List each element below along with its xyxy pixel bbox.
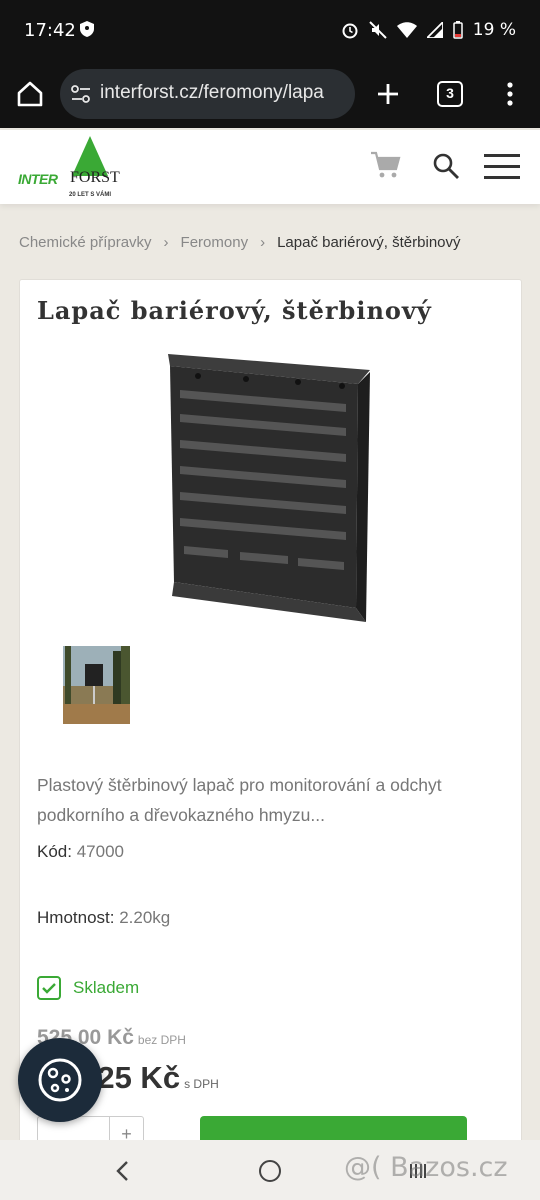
shield-icon (80, 21, 94, 37)
chevron-right-icon: › (260, 234, 266, 251)
alarm-icon (342, 23, 358, 39)
code-value: 47000 (76, 842, 124, 861)
breadcrumb-item-current: Lapač bariérový, štěrbinový (277, 234, 461, 251)
url-bar[interactable]: interforst.cz/feromony/lapa (60, 69, 355, 119)
product-image[interactable] (158, 350, 378, 626)
status-time: 17:42 (24, 20, 76, 41)
product-weight: Hmotnost: 2.20kg (37, 908, 170, 928)
search-icon[interactable] (432, 152, 460, 180)
watermark: @( Bazos.cz (344, 1152, 508, 1183)
cookie-icon (38, 1058, 82, 1102)
price-gross-label: s DPH (184, 1077, 219, 1091)
stock-status: Skladem (37, 976, 139, 1000)
back-icon[interactable] (113, 1160, 133, 1182)
check-icon (37, 976, 61, 1000)
product-card: Lapač bariérový, štěrbinový Plastový ště… (19, 279, 522, 1179)
hamburger-menu-icon[interactable] (484, 154, 520, 180)
logo-forst: FORST (70, 169, 120, 186)
status-bar: 17:42 19 % (0, 0, 540, 62)
new-tab-icon[interactable] (374, 80, 402, 108)
battery-icon (453, 21, 463, 39)
site-logo[interactable]: INTER FORST 20 LET S VÁMI (18, 136, 122, 202)
home-icon[interactable] (16, 80, 44, 108)
product-thumbnail[interactable] (63, 646, 130, 724)
home-nav-icon[interactable] (259, 1160, 281, 1182)
site-header: INTER FORST 20 LET S VÁMI (0, 130, 540, 204)
tab-switcher-button[interactable]: 3 (437, 81, 463, 107)
status-icons: 19 % (341, 20, 516, 40)
more-menu-icon[interactable] (500, 80, 520, 108)
browser-toolbar: interforst.cz/feromony/lapa 3 (0, 62, 540, 128)
wifi-icon (396, 22, 417, 38)
page-title: Lapač bariérový, štěrbinový (37, 296, 432, 325)
breadcrumb-item-chemicke[interactable]: Chemické přípravky (19, 234, 152, 251)
mute-icon (369, 21, 387, 39)
cart-icon[interactable] (370, 150, 402, 180)
logo-tagline: 20 LET S VÁMI (69, 192, 112, 198)
price-net-label: bez DPH (137, 1033, 186, 1047)
chevron-right-icon: › (163, 234, 169, 251)
cookie-settings-button[interactable] (18, 1038, 102, 1122)
product-code: Kód: 47000 (37, 842, 124, 862)
logo-inter: INTER (18, 171, 58, 187)
weight-label: Hmotnost: (37, 908, 115, 927)
site-settings-icon[interactable] (70, 84, 92, 104)
stock-label: Skladem (73, 978, 140, 997)
breadcrumb-item-feromony[interactable]: Feromony (181, 234, 249, 251)
signal-icon (426, 22, 443, 38)
battery-level: 19 % (472, 20, 516, 40)
weight-value: 2.20kg (119, 908, 171, 927)
breadcrumb: Chemické přípravky › Feromony › Lapač bariér… (19, 234, 461, 251)
url-text[interactable]: interforst.cz/feromony/lapa (100, 82, 350, 104)
system-nav-bar: @( Bazos.cz (0, 1140, 540, 1200)
product-description: Plastový štěrbinový lapač pro monitorová… (37, 775, 442, 825)
code-label: Kód: (37, 842, 72, 861)
